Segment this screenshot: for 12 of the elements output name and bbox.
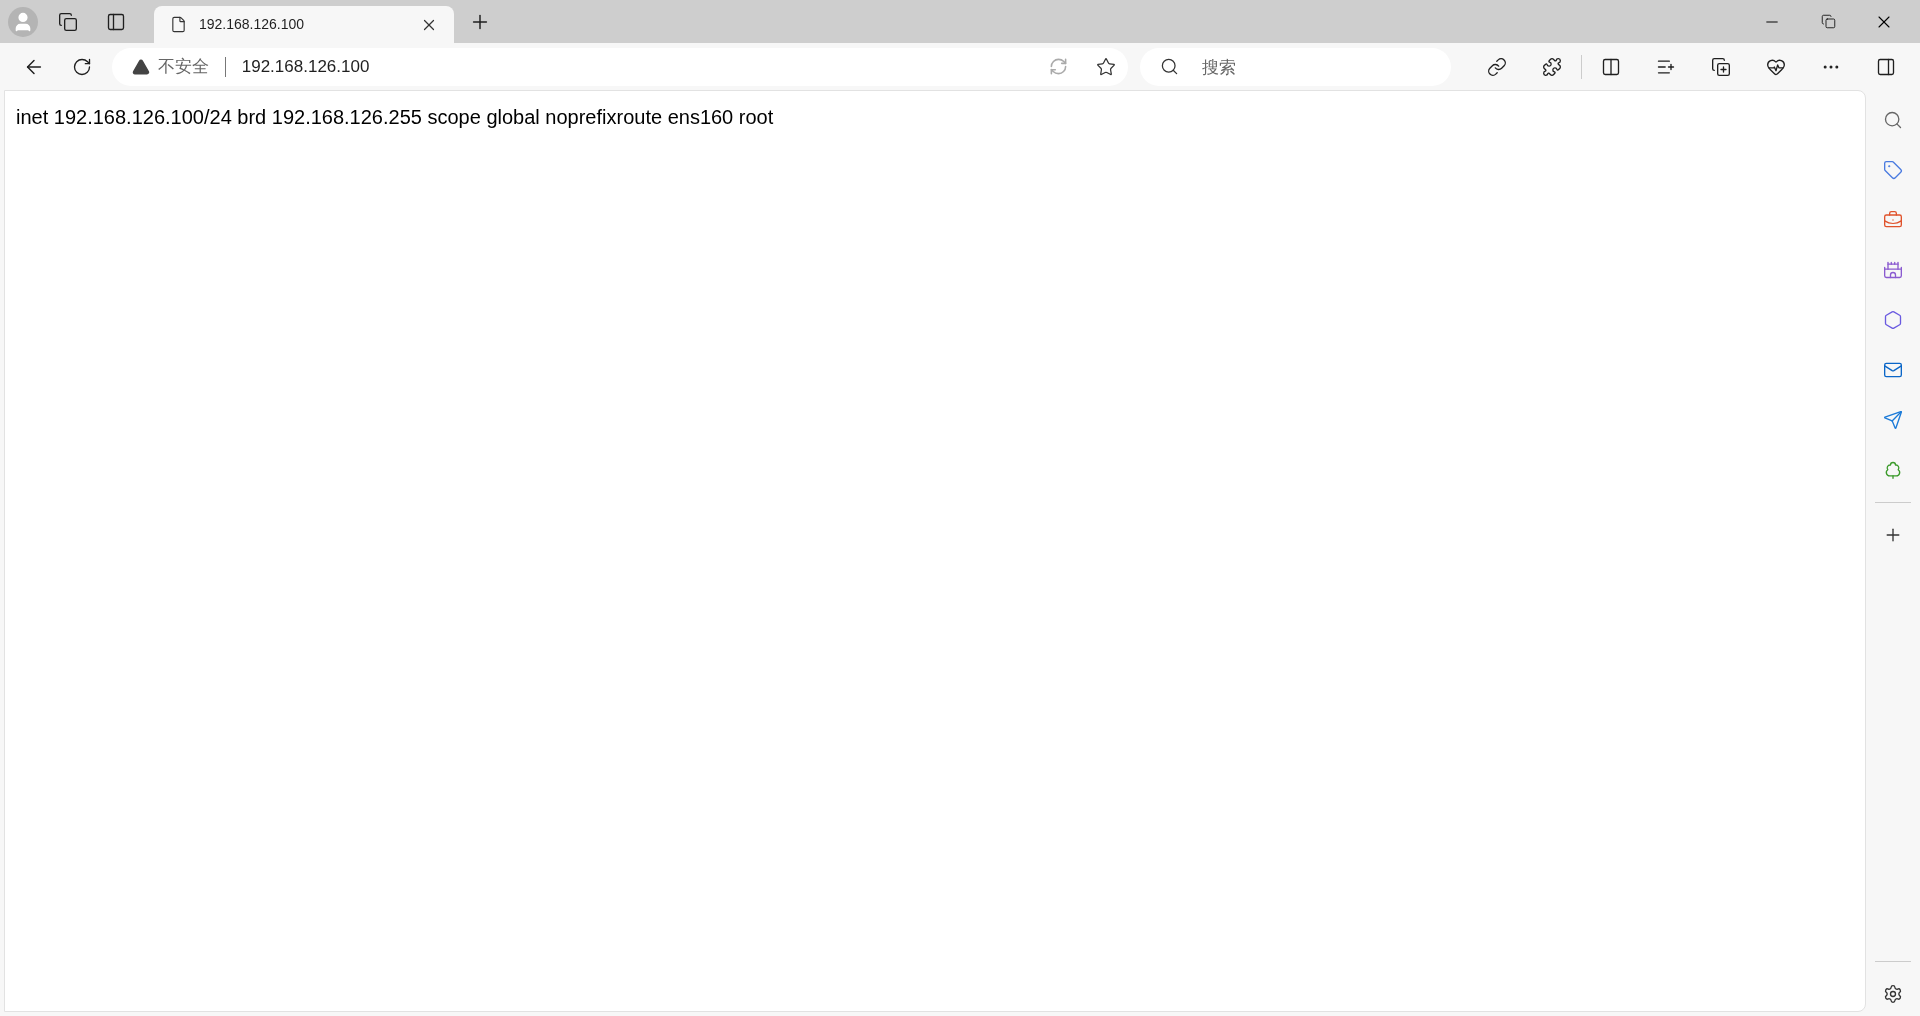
url-text: 192.168.126.100	[241, 55, 371, 78]
favorite-star-icon[interactable]	[1096, 56, 1117, 77]
restore-icon[interactable]	[1820, 14, 1836, 29]
page-text: inet 192.168.126.100/24 brd 192.168.126.255 scope global noprefixroute ens160 root	[16, 105, 775, 130]
tab-title: 192.168.126.100	[199, 15, 306, 34]
search-field[interactable]: 搜索	[1140, 47, 1451, 86]
address-bar[interactable]: 不安全 192.168.126.100	[111, 47, 1129, 86]
warning-icon	[131, 57, 150, 76]
search-icon	[1160, 56, 1180, 76]
browser-tab[interactable]: 192.168.126.100	[154, 6, 454, 43]
page-icon	[170, 16, 187, 33]
security-label: 不安全	[157, 54, 209, 78]
